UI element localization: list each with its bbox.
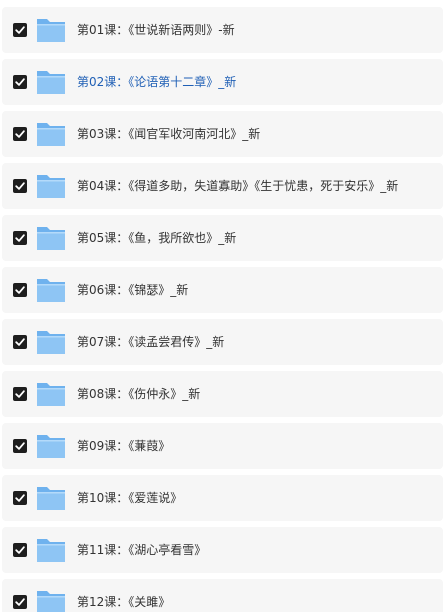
checkbox[interactable] [13,231,27,245]
checkbox[interactable] [13,75,27,89]
check-icon [15,130,25,138]
item-label[interactable]: 第04课：《得道多助，失道寡助》《生于忧患，死于安乐》_新 [77,163,398,209]
list-item[interactable]: 第12课：《关雎》 [2,579,443,612]
folder-icon [36,535,66,565]
item-label[interactable]: 第02课：《论语第十二章》_新 [77,59,236,105]
item-label[interactable]: 第10课：《爱莲说》 [77,475,182,521]
list-item[interactable]: 第10课：《爱莲说》 [2,475,443,521]
check-icon [15,338,25,346]
item-label[interactable]: 第07课：《读孟尝君传》_新 [77,319,224,365]
check-icon [15,390,25,398]
check-icon [15,546,25,554]
item-label[interactable]: 第11课：《湖心亭看雪》 [77,527,206,573]
checkbox[interactable] [13,127,27,141]
list-item[interactable]: 第02课：《论语第十二章》_新 [2,59,443,105]
check-icon [15,182,25,190]
list-item[interactable]: 第04课：《得道多助，失道寡助》《生于忧患，死于安乐》_新 [2,163,443,209]
list-item[interactable]: 第06课：《锦瑟》_新 [2,267,443,313]
checkbox[interactable] [13,491,27,505]
folder-icon [36,431,66,461]
list-item[interactable]: 第05课：《鱼，我所欲也》_新 [2,215,443,261]
list-item[interactable]: 第08课：《伤仲永》_新 [2,371,443,417]
folder-icon [36,15,66,45]
list-item[interactable]: 第07课：《读孟尝君传》_新 [2,319,443,365]
check-icon [15,78,25,86]
checkbox[interactable] [13,335,27,349]
checkbox[interactable] [13,387,27,401]
checkbox[interactable] [13,179,27,193]
folder-icon [36,223,66,253]
folder-icon [36,379,66,409]
item-label[interactable]: 第05课：《鱼，我所欲也》_新 [77,215,236,261]
item-label[interactable]: 第12课：《关雎》 [77,579,170,612]
item-label[interactable]: 第03课：《闻官军收河南河北》_新 [77,111,260,157]
check-icon [15,26,25,34]
folder-icon [36,67,66,97]
list-item[interactable]: 第11课：《湖心亭看雪》 [2,527,443,573]
check-icon [15,442,25,450]
folder-icon [36,483,66,513]
folder-icon [36,275,66,305]
file-list: 第01课：《世说新语两则》-新 第02课：《论语第十二章》_新 第03课：《闻官军收… [0,0,445,612]
check-icon [15,598,25,606]
item-label[interactable]: 第09课：《蒹葭》 [77,423,170,469]
list-item[interactable]: 第01课：《世说新语两则》-新 [2,7,443,53]
checkbox[interactable] [13,595,27,609]
check-icon [15,286,25,294]
folder-icon [36,327,66,357]
item-label[interactable]: 第01课：《世说新语两则》-新 [77,7,235,53]
list-item[interactable]: 第03课：《闻官军收河南河北》_新 [2,111,443,157]
checkbox[interactable] [13,283,27,297]
check-icon [15,494,25,502]
checkbox[interactable] [13,543,27,557]
folder-icon [36,119,66,149]
item-label[interactable]: 第08课：《伤仲永》_新 [77,371,200,417]
folder-icon [36,171,66,201]
item-label[interactable]: 第06课：《锦瑟》_新 [77,267,188,313]
list-item[interactable]: 第09课：《蒹葭》 [2,423,443,469]
checkbox[interactable] [13,23,27,37]
folder-icon [36,587,66,612]
checkbox[interactable] [13,439,27,453]
check-icon [15,234,25,242]
